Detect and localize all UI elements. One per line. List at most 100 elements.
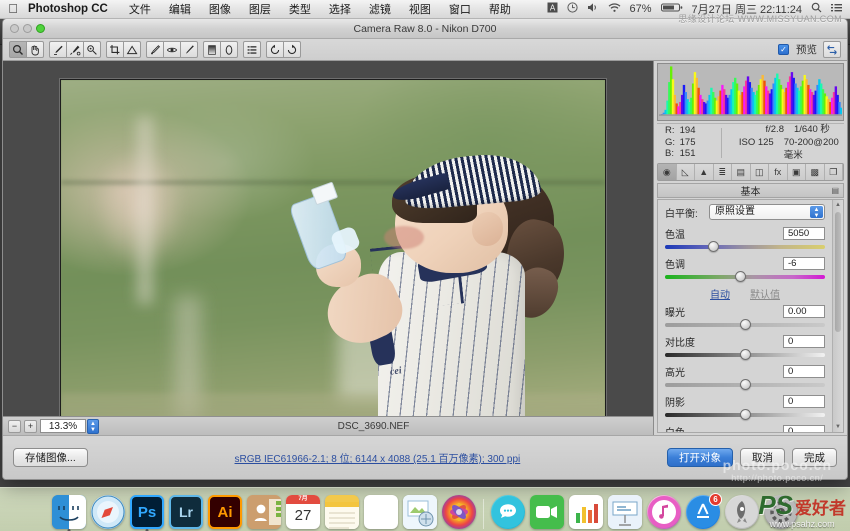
dock-photoshop[interactable]: Ps: [130, 495, 164, 531]
dock-launchpad-icon[interactable]: [725, 495, 759, 529]
tab-lens-corrections[interactable]: ◫: [751, 164, 769, 180]
slider-exposure-knob[interactable]: [739, 319, 751, 330]
dock-finder-icon[interactable]: [52, 495, 86, 529]
slider-tint-value[interactable]: -6: [783, 256, 825, 270]
slider-exposure-value[interactable]: 0.00: [783, 304, 825, 318]
slider-tint-knob[interactable]: [734, 271, 746, 282]
spot-removal-tool-icon[interactable]: [146, 41, 164, 58]
histogram-panel[interactable]: [657, 63, 844, 121]
dock-calendar-icon[interactable]: 7月 27: [286, 495, 320, 529]
rotate-clockwise-tool-icon[interactable]: [283, 41, 301, 58]
tab-presets[interactable]: ▩: [806, 164, 825, 180]
active-app-name[interactable]: Photoshop CC: [26, 3, 120, 15]
volume-icon[interactable]: [587, 2, 599, 16]
scroll-down-arrow-icon[interactable]: ▼: [835, 424, 841, 430]
image-preview[interactable]: cei: [60, 79, 606, 454]
dock-illustrator[interactable]: Ai: [208, 495, 242, 529]
notification-center-icon[interactable]: [831, 2, 842, 16]
minimize-button[interactable]: [23, 24, 32, 33]
tab-effects[interactable]: fx: [769, 164, 788, 180]
slider-tint-track-wrap[interactable]: [665, 271, 825, 282]
menu-item-help[interactable]: 帮助: [480, 1, 520, 17]
image-preview-pane[interactable]: cei − + 13.3% ▲ ▼ DSC_3690.NEF: [3, 61, 654, 454]
slider-shadows-track-wrap[interactable]: [665, 409, 825, 420]
dock-lightroom-icon[interactable]: Lr: [169, 495, 203, 529]
straighten-tool-icon[interactable]: [123, 41, 141, 58]
slider-temperature-track-wrap[interactable]: [665, 241, 825, 252]
dock-numbers[interactable]: [569, 495, 603, 529]
red-eye-removal-tool-icon[interactable]: [163, 41, 181, 58]
dock-launchpad[interactable]: [725, 495, 759, 529]
slider-shadows-knob[interactable]: [739, 409, 751, 420]
slider-temperature-track[interactable]: [665, 245, 825, 249]
dock-messages-icon[interactable]: [491, 495, 525, 529]
dock-appstore[interactable]: 6: [686, 493, 722, 529]
menu-item-window[interactable]: 窗口: [440, 1, 480, 17]
zoom-tool-icon[interactable]: [9, 41, 27, 58]
menu-item-type[interactable]: 类型: [280, 1, 320, 17]
menu-item-file[interactable]: 文件: [120, 1, 160, 17]
dock-system-preferences[interactable]: [764, 495, 798, 529]
slider-highlights-track-wrap[interactable]: [665, 379, 825, 390]
adjustment-brush-tool-icon[interactable]: [180, 41, 198, 58]
auto-link[interactable]: 自动: [710, 286, 730, 301]
preview-checkbox[interactable]: ✓: [778, 44, 789, 55]
dock-preview[interactable]: [403, 495, 437, 529]
dock-contacts-icon[interactable]: [247, 495, 281, 529]
dock-lightroom[interactable]: Lr: [169, 495, 203, 529]
save-image-button[interactable]: 存储图像...: [13, 448, 88, 467]
dialog-title-bar[interactable]: Camera Raw 8.0 - Nikon D700: [3, 19, 847, 39]
menubar-datetime[interactable]: 7月27日 周三 22:11:24: [692, 1, 802, 17]
dock-finder[interactable]: [52, 495, 86, 531]
battery-icon[interactable]: [660, 2, 683, 16]
slider-whites-value[interactable]: 0: [783, 424, 825, 432]
slider-highlights-knob[interactable]: [739, 379, 751, 390]
dock-safari[interactable]: [91, 495, 125, 529]
rotate-counterclockwise-tool-icon[interactable]: [266, 41, 284, 58]
tab-hsl-grayscale[interactable]: ≣: [714, 164, 732, 180]
slider-temperature-value[interactable]: 5050: [783, 226, 825, 240]
crop-tool-icon[interactable]: [106, 41, 124, 58]
inputsource-icon[interactable]: A: [547, 2, 558, 16]
white-balance-select[interactable]: 原照设置 ▲ ▼: [709, 204, 825, 220]
dock-itunes-icon[interactable]: [647, 495, 681, 529]
dock-notes[interactable]: [325, 495, 359, 529]
fullscreen-toggle-icon[interactable]: [823, 41, 841, 58]
dock-notes-icon[interactable]: [325, 495, 359, 529]
panel-scrollbar-thumb[interactable]: [835, 212, 841, 332]
dock-reminders[interactable]: [364, 495, 398, 529]
dock-contacts[interactable]: [247, 495, 281, 529]
dock-reminders-icon[interactable]: [364, 495, 398, 529]
white-balance-chevron-icon[interactable]: ▲ ▼: [810, 206, 823, 219]
tab-basic[interactable]: ◉: [658, 164, 677, 180]
done-button[interactable]: 完成: [792, 448, 837, 467]
dock-system-preferences-icon[interactable]: [764, 495, 798, 529]
dock-numbers-icon[interactable]: [569, 495, 603, 529]
menu-item-select[interactable]: 选择: [320, 1, 360, 17]
menu-item-image[interactable]: 图像: [200, 1, 240, 17]
dock-photos[interactable]: [442, 495, 476, 529]
close-button[interactable]: [10, 24, 19, 33]
scroll-up-arrow-icon[interactable]: ▲: [835, 202, 841, 208]
zoom-level-stepper[interactable]: ▲ ▼: [87, 418, 99, 434]
panel-scrollbar[interactable]: ▲ ▼: [832, 200, 843, 432]
zoom-in-button[interactable]: +: [24, 419, 37, 433]
slider-highlights-value[interactable]: 0: [783, 364, 825, 378]
slider-temperature-knob[interactable]: [707, 241, 719, 252]
menu-item-layer[interactable]: 图层: [240, 1, 280, 17]
dock-facetime-icon[interactable]: [530, 495, 564, 529]
open-preferences-tool-icon[interactable]: [243, 41, 261, 58]
spotlight-search-icon[interactable]: [811, 2, 822, 16]
slider-contrast-track-wrap[interactable]: [665, 349, 825, 360]
dock-messages[interactable]: [491, 495, 525, 529]
slider-contrast-value[interactable]: 0: [783, 334, 825, 348]
zoom-level-value[interactable]: 13.3%: [40, 419, 86, 433]
menu-item-edit[interactable]: 编辑: [160, 1, 200, 17]
default-link[interactable]: 默认值: [750, 286, 780, 301]
white-balance-tool-icon[interactable]: [49, 41, 67, 58]
graduated-filter-tool-icon[interactable]: [203, 41, 221, 58]
dock-keynote-icon[interactable]: [608, 495, 642, 529]
slider-shadows-value[interactable]: 0: [783, 394, 825, 408]
dock-photos-icon[interactable]: [442, 495, 476, 529]
open-object-button[interactable]: 打开对象: [667, 448, 733, 467]
